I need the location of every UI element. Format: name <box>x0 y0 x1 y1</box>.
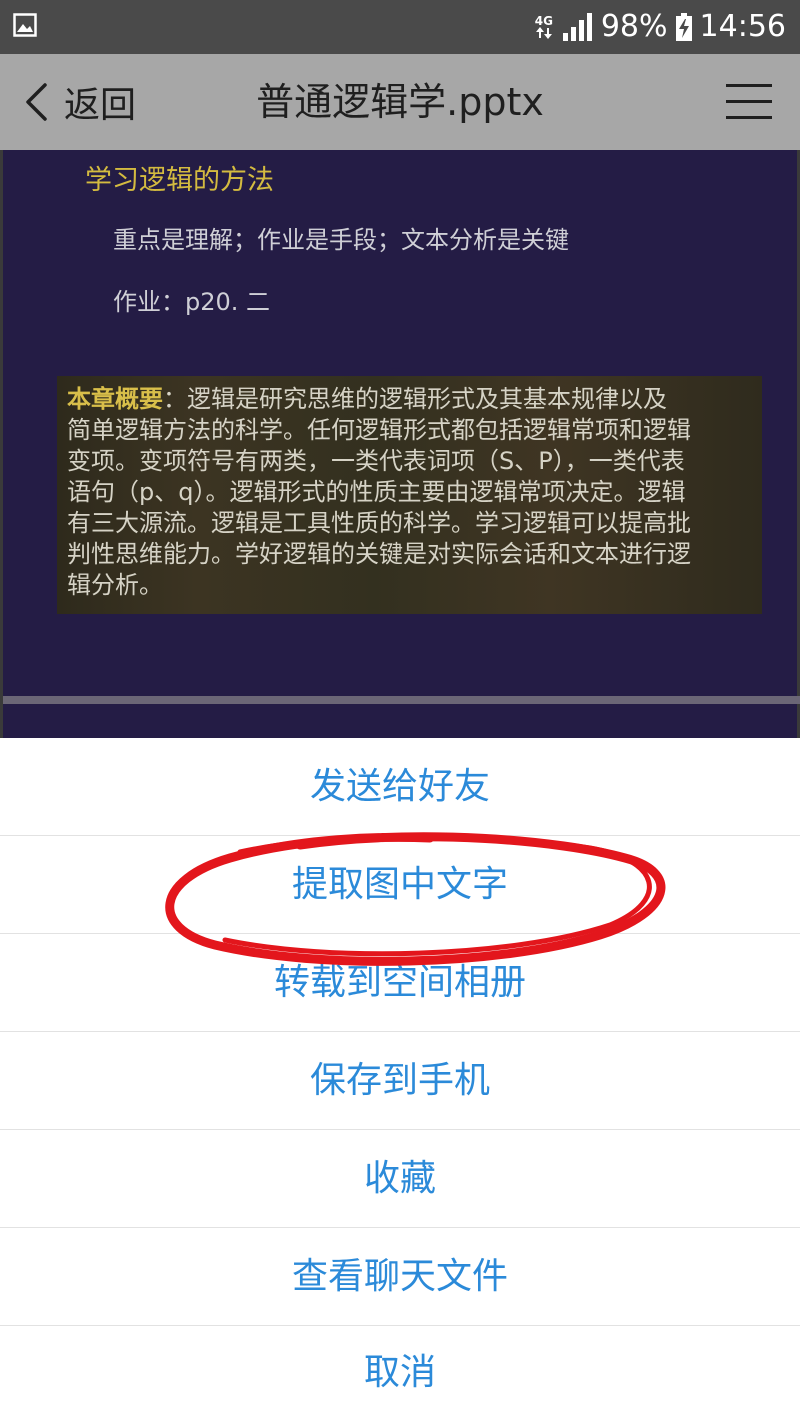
page-title: 普通逻辑学.pptx <box>256 80 544 124</box>
summary-line: 语句（p、q）。逻辑形式的性质主要由逻辑常项决定。逻辑 <box>67 478 686 506</box>
battery-charging-icon <box>675 13 692 41</box>
network-type: 4G <box>534 14 553 28</box>
chapter-summary-box: 本章概要：逻辑是研究思维的逻辑形式及其基本规律以及 简单逻辑方法的科学。任何逻辑… <box>57 376 762 614</box>
data-arrows-icon <box>535 27 552 39</box>
send-to-friend-button[interactable]: 发送给好友 <box>0 738 800 836</box>
back-button[interactable]: 返回 <box>24 72 136 132</box>
screen: 4G 98% 14:56 返回 普通逻辑学.pptx 学习逻辑的方法 重点是理解… <box>0 0 800 1422</box>
summary-line: 有三大源流。逻辑是工具性质的科学。学习逻辑可以提高批 <box>67 509 691 537</box>
back-label: 返回 <box>64 85 137 126</box>
summary-line: 辑分析。 <box>67 571 163 599</box>
share-to-album-button[interactable]: 转载到空间相册 <box>0 934 800 1032</box>
summary-line: 简单逻辑方法的科学。任何逻辑形式都包括逻辑常项和逻辑 <box>67 416 691 444</box>
summary-line: 本章概要：逻辑是研究思维的逻辑形式及其基本规律以及 <box>67 384 748 415</box>
summary-text: ：逻辑是研究思维的逻辑形式及其基本规律以及 <box>163 385 667 413</box>
network-indicator: 4G <box>533 15 555 39</box>
slide-heading: 学习逻辑的方法 <box>85 165 274 196</box>
clock: 14:56 <box>699 9 786 44</box>
favorite-button[interactable]: 收藏 <box>0 1130 800 1228</box>
menu-icon[interactable] <box>726 80 772 124</box>
save-to-phone-button[interactable]: 保存到手机 <box>0 1032 800 1130</box>
status-bar: 4G 98% 14:56 <box>0 0 800 54</box>
signal-icon <box>562 13 592 41</box>
summary-line: 判性思维能力。学好逻辑的关键是对实际会话和文本进行逻 <box>67 540 691 568</box>
slide-text-line: 作业：p20. 二 <box>113 288 271 316</box>
extract-text-button[interactable]: 提取图中文字 <box>0 836 800 934</box>
status-indicators: 4G 98% 14:56 <box>533 0 786 54</box>
summary-line: 变项。变项符号有两类，一类代表词项（S、P），一类代表 <box>67 447 685 475</box>
battery-percent: 98% <box>600 9 668 44</box>
gallery-notification-icon <box>13 13 37 37</box>
slide-text-line: 重点是理解；作业是手段；文本分析是关键 <box>113 226 569 254</box>
chevron-left-icon <box>26 83 47 121</box>
divider <box>3 696 800 704</box>
slide-preview[interactable]: 学习逻辑的方法 重点是理解；作业是手段；文本分析是关键 作业：p20. 二 本章… <box>0 150 800 738</box>
cancel-button[interactable]: 取消 <box>0 1324 800 1422</box>
view-chat-files-button[interactable]: 查看聊天文件 <box>0 1228 800 1326</box>
action-sheet: 发送给好友 提取图中文字 转载到空间相册 保存到手机 收藏 查看聊天文件 取消 <box>0 738 800 1422</box>
summary-label: 本章概要 <box>67 385 163 413</box>
title-bar: 返回 普通逻辑学.pptx <box>0 54 800 150</box>
